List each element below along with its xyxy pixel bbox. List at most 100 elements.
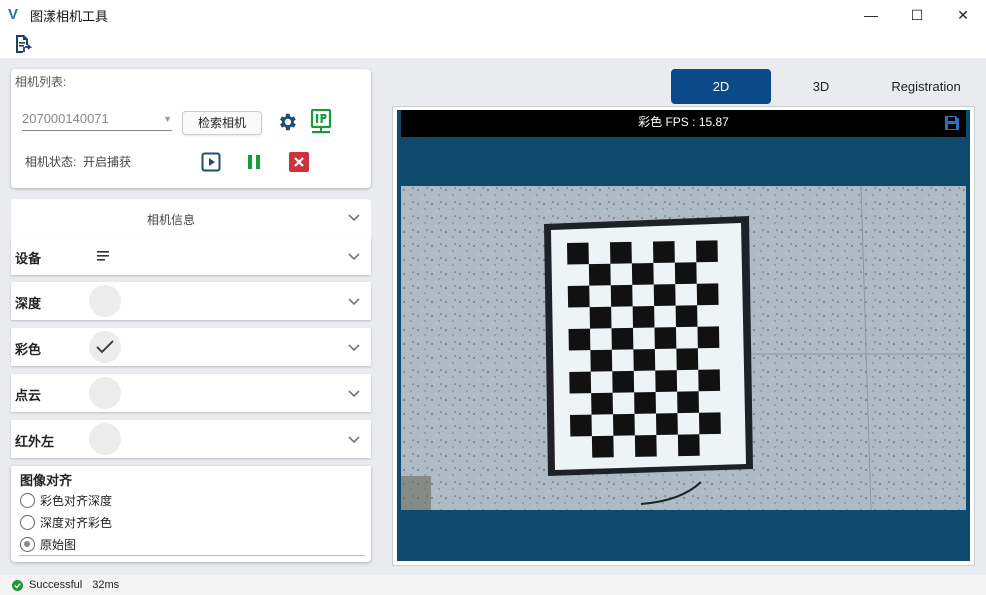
checker-square	[632, 305, 655, 328]
checker-square	[654, 327, 677, 349]
checker-square	[591, 435, 614, 458]
play-icon[interactable]	[201, 152, 221, 172]
camera-image	[401, 186, 966, 510]
checker-square	[570, 414, 592, 437]
radio-raw-image[interactable]: 原始图	[20, 535, 76, 553]
chevron-down-icon: ▼	[163, 114, 172, 124]
checker-square	[610, 284, 633, 307]
viewer-background: 彩色 FPS : 15.87	[397, 110, 970, 561]
export-file-icon[interactable]	[13, 34, 33, 54]
checker-square	[612, 413, 635, 436]
radio-button[interactable]	[20, 536, 35, 552]
close-button[interactable]: ✕	[940, 0, 986, 30]
checker-square	[634, 391, 656, 414]
radio-button[interactable]	[20, 514, 35, 530]
toggle-badge[interactable]	[89, 331, 121, 363]
success-check-icon	[12, 579, 23, 591]
checker-square	[652, 241, 675, 263]
checker-square	[655, 413, 678, 435]
tab-3d[interactable]: 3D	[771, 69, 871, 104]
checker-square	[567, 285, 590, 308]
chevron-down-icon[interactable]	[347, 432, 361, 446]
checker-square	[568, 328, 591, 351]
minimize-button[interactable]: —	[848, 0, 894, 30]
status-label-text: 相机状态:	[25, 155, 77, 169]
title-bar: V 图漾相机工具 — ☐ ✕	[0, 0, 986, 30]
checker-square	[675, 305, 698, 328]
checker-square	[590, 349, 613, 372]
row-label: 点云	[15, 388, 42, 403]
left-panel: 相机列表: 207000140071 ▼ 检索相机 相机状态: 开启捕获 相机信…	[0, 58, 382, 575]
camera-info-header[interactable]: 相机信息	[11, 199, 371, 237]
pause-icon[interactable]	[246, 154, 262, 170]
info-row-depth[interactable]: 深度	[11, 282, 371, 320]
divider	[19, 555, 365, 556]
toggle-badge[interactable]	[89, 423, 121, 455]
chevron-down-icon[interactable]	[347, 210, 361, 224]
camera-list-label: 相机列表:	[15, 75, 67, 89]
toggle-badge[interactable]	[89, 377, 121, 409]
status-text: Successful	[29, 579, 83, 591]
checker-square	[698, 412, 721, 435]
save-icon[interactable]	[944, 115, 960, 131]
row-label: 设备	[15, 251, 42, 266]
app-logo-icon: V	[8, 6, 19, 23]
radio-label: 原始图	[40, 537, 77, 552]
checker-square	[611, 327, 634, 350]
checkmark-icon	[96, 340, 114, 354]
chevron-down-icon[interactable]	[347, 294, 361, 308]
tab-registration[interactable]: Registration	[871, 69, 981, 104]
info-row-color[interactable]: 彩色	[11, 328, 371, 366]
right-panel: 2D 3D Registration 彩色 FPS : 15.87	[382, 58, 986, 575]
row-label: 红外左	[15, 434, 55, 449]
checker-square	[696, 283, 719, 306]
info-row-ir-left[interactable]: 红外左	[11, 420, 371, 458]
gear-icon[interactable]	[276, 111, 298, 133]
toolbar	[0, 30, 986, 58]
checker-square	[676, 348, 699, 371]
camera-serial: 207000140071	[22, 111, 109, 126]
image-align-card: 图像对齐 彩色对齐深度 深度对齐彩色 原始图	[11, 466, 371, 562]
info-row-pointcloud[interactable]: 点云	[11, 374, 371, 412]
ip-config-icon[interactable]	[309, 109, 333, 135]
info-row-device[interactable]: 设备	[11, 237, 371, 275]
row-label: 深度	[15, 296, 42, 311]
checker-square	[567, 242, 589, 265]
radio-color-to-depth[interactable]: 彩色对齐深度	[20, 491, 112, 509]
maximize-button[interactable]: ☐	[894, 0, 940, 30]
checker-square	[591, 392, 613, 415]
checker-square	[677, 391, 699, 414]
chevron-down-icon[interactable]	[347, 249, 361, 263]
stop-icon[interactable]	[289, 152, 309, 172]
tab-2d[interactable]: 2D	[671, 69, 771, 104]
radio-button[interactable]	[20, 492, 35, 508]
checker-square	[653, 284, 676, 306]
checker-square	[698, 369, 721, 392]
checker-square	[697, 326, 720, 349]
checker-square	[655, 370, 678, 392]
row-label: 彩色	[15, 342, 42, 357]
toggle-badge[interactable]	[89, 285, 121, 317]
checker-square	[612, 370, 635, 393]
list-lines-icon	[97, 251, 109, 261]
fps-label: 彩色 FPS : 15.87	[638, 115, 729, 129]
checker-square	[631, 262, 654, 285]
checker-square	[677, 434, 700, 457]
status-bar: Successful 32ms	[0, 575, 986, 595]
camera-select[interactable]: 207000140071 ▼	[22, 107, 172, 131]
checker-square	[633, 348, 656, 371]
status-value: 开启捕获	[83, 155, 132, 169]
checker-square	[634, 434, 657, 457]
camera-status-label: 相机状态: 开启捕获	[25, 153, 131, 170]
align-title: 图像对齐	[20, 473, 73, 488]
search-camera-button[interactable]: 检索相机	[182, 111, 262, 135]
viewer-header: 彩色 FPS : 15.87	[401, 110, 966, 137]
checker-square	[674, 262, 697, 285]
image-viewer: 彩色 FPS : 15.87	[392, 106, 975, 566]
radio-depth-to-color[interactable]: 深度对齐彩色	[20, 513, 112, 531]
window-title: 图漾相机工具	[30, 8, 109, 24]
status-time: 32ms	[92, 579, 120, 591]
chevron-down-icon[interactable]	[347, 386, 361, 400]
chevron-down-icon[interactable]	[347, 340, 361, 354]
checker-square	[589, 306, 612, 329]
